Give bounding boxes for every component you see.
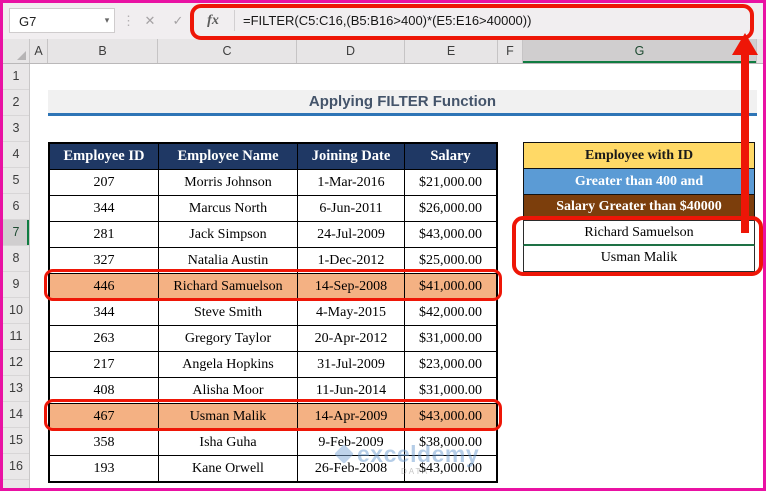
table-cell[interactable]: $25,000.00 (405, 248, 496, 274)
table-cell[interactable]: Morris Johnson (159, 170, 298, 196)
table-cell[interactable]: 327 (50, 248, 159, 274)
table-cell[interactable]: Richard Samuelson (159, 274, 298, 300)
table-cell[interactable]: 11-Jun-2014 (298, 378, 405, 404)
table-cell[interactable]: $41,000.00 (405, 274, 496, 300)
column-header-c[interactable]: C (158, 39, 297, 63)
title-banner-cell[interactable]: Applying FILTER Function (48, 90, 757, 116)
row-header-15[interactable]: 15 (3, 428, 29, 454)
table-cell[interactable]: $21,000.00 (405, 170, 496, 196)
table-cell[interactable]: 9-Feb-2009 (298, 430, 405, 456)
table-cell[interactable]: 207 (50, 170, 159, 196)
table-cell[interactable]: Marcus North (159, 196, 298, 222)
row-header-8[interactable]: 8 (3, 246, 29, 272)
table-cell[interactable]: $43,000.00 (405, 222, 496, 248)
formula-bar: G7 ▾ ⋮ ✕ ✓ fx =FILTER(C5:C16,(B5:B16>400… (3, 3, 763, 40)
column-header-e[interactable]: E (405, 39, 498, 63)
table-cell[interactable]: Usman Malik (159, 404, 298, 430)
table-cell[interactable]: 408 (50, 378, 159, 404)
table-cell[interactable]: $31,000.00 (405, 378, 496, 404)
table-cell[interactable]: 24-Jul-2009 (298, 222, 405, 248)
table-header-cell[interactable]: Salary (405, 144, 496, 170)
table-cell[interactable]: 446 (50, 274, 159, 300)
insert-function-icon[interactable]: fx (200, 8, 226, 33)
row-header-12[interactable]: 12 (3, 350, 29, 376)
table-cell[interactable]: Alisha Moor (159, 378, 298, 404)
column-header-d[interactable]: D (297, 39, 405, 63)
table-cell[interactable]: 6-Jun-2011 (298, 196, 405, 222)
row-header-10[interactable]: 10 (3, 298, 29, 324)
table-cell[interactable]: Steve Smith (159, 300, 298, 326)
table-cell[interactable]: 26-Feb-2008 (298, 456, 405, 481)
row-header-5[interactable]: 5 (3, 168, 29, 194)
table-cell[interactable]: 263 (50, 326, 159, 352)
row-header-4[interactable]: 4 (3, 142, 29, 168)
table-cell[interactable]: 344 (50, 300, 159, 326)
row-header-7[interactable]: 7 (3, 220, 29, 246)
table-cell[interactable]: $23,000.00 (405, 352, 496, 378)
row-header-1[interactable]: 1 (3, 64, 29, 90)
row-header-2[interactable]: 2 (3, 90, 29, 116)
row-header-11[interactable]: 11 (3, 324, 29, 350)
table-cell[interactable]: 14-Sep-2008 (298, 274, 405, 300)
result-cell-g7[interactable]: Richard Samuelson (523, 220, 755, 246)
employee-table: Employee ID Employee Name Joining Date Sala… (48, 142, 498, 483)
result-criteria-panel: Employee with ID Greater than 400 and Sala… (523, 142, 755, 220)
table-cell[interactable]: 1-Mar-2016 (298, 170, 405, 196)
excel-window: G 7 ▾ ⋮ ✕ ✓ fx =FILTER(C5:C16,(B5:B16>400… (0, 0, 766, 491)
row-header-9[interactable]: 9 (3, 272, 29, 298)
select-all-triangle-icon (17, 51, 26, 60)
table-header-cell[interactable]: Employee Name (159, 144, 298, 170)
column-header-b[interactable]: B (48, 39, 158, 63)
formula-input[interactable]: =FILTER(C5:C16,(B5:B16>400)*(E5:E16>4000… (243, 8, 531, 33)
enter-icon[interactable]: ✓ (166, 8, 190, 33)
table-cell[interactable]: $31,000.00 (405, 326, 496, 352)
table-cell[interactable]: $43,000.00 (405, 456, 496, 481)
table-cell[interactable]: $26,000.00 (405, 196, 496, 222)
table-cell[interactable]: Isha Guha (159, 430, 298, 456)
result-header-cell[interactable]: Employee with ID (524, 143, 754, 169)
cancel-icon[interactable]: ✕ (138, 8, 162, 33)
table-cell[interactable]: 1-Dec-2012 (298, 248, 405, 274)
table-cell[interactable]: 344 (50, 196, 159, 222)
name-box-caret-icon[interactable]: ▾ (97, 8, 117, 33)
table-cell[interactable]: 217 (50, 352, 159, 378)
table-header-cell[interactable]: Employee ID (50, 144, 159, 170)
table-cell[interactable]: 20-Apr-2012 (298, 326, 405, 352)
table-cell[interactable]: Jack Simpson (159, 222, 298, 248)
result-header-cell[interactable]: Salary Greater than $40000 (524, 195, 754, 219)
table-cell[interactable]: 193 (50, 456, 159, 481)
result-cell-g8[interactable]: Usman Malik (523, 246, 755, 272)
table-cell[interactable]: 4-May-2015 (298, 300, 405, 326)
table-header-cell[interactable]: Joining Date (298, 144, 405, 170)
table-cell[interactable]: $42,000.00 (405, 300, 496, 326)
row-header-gutter: 1 2 3 4 5 6 7 8 9 10 11 12 13 14 15 16 (3, 64, 30, 488)
row-header-16[interactable]: 16 (3, 454, 29, 480)
row-header-13[interactable]: 13 (3, 376, 29, 402)
column-header-g[interactable]: G (523, 39, 757, 63)
formula-bar-divider (234, 10, 235, 31)
column-header-strip: ABCDEFG (3, 39, 763, 64)
table-cell[interactable]: 358 (50, 430, 159, 456)
column-header-a[interactable]: A (30, 39, 48, 63)
table-cell[interactable]: $43,000.00 (405, 404, 496, 430)
table-cell[interactable]: Kane Orwell (159, 456, 298, 481)
select-all-corner[interactable] (3, 39, 30, 63)
table-cell[interactable]: 31-Jul-2009 (298, 352, 405, 378)
table-cell[interactable]: 14-Apr-2009 (298, 404, 405, 430)
row-header-6[interactable]: 6 (3, 194, 29, 220)
row-header-14[interactable]: 14 (3, 402, 29, 428)
table-cell[interactable]: Natalia Austin (159, 248, 298, 274)
table-cell[interactable]: Gregory Taylor (159, 326, 298, 352)
table-cell[interactable]: $38,000.00 (405, 430, 496, 456)
formula-bar-options-icon: ⋮ (122, 13, 135, 28)
column-header-f[interactable]: F (498, 39, 523, 63)
table-cell[interactable]: Angela Hopkins (159, 352, 298, 378)
table-cell[interactable]: 281 (50, 222, 159, 248)
result-header-cell[interactable]: Greater than 400 and (524, 169, 754, 195)
row-header-3[interactable]: 3 (3, 116, 29, 142)
table-cell[interactable]: 467 (50, 404, 159, 430)
